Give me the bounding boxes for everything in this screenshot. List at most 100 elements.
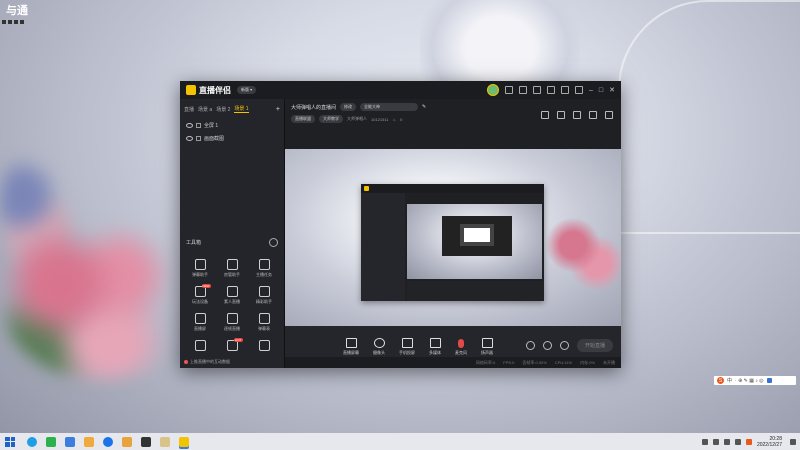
room-tag[interactable]: 直播联盟 (291, 115, 315, 123)
sogou-icon[interactable]: S (717, 377, 724, 384)
start-live-button[interactable]: 开始直播 (576, 339, 613, 352)
menu-icon[interactable] (574, 86, 583, 94)
lock-icon[interactable] (573, 111, 581, 119)
volume-icon[interactable] (734, 438, 741, 445)
avatar[interactable] (486, 84, 499, 96)
app-icon[interactable] (84, 436, 94, 447)
ime-tools[interactable]: · ⊕ ✎ ▦ ♪ ◎ (735, 378, 764, 384)
version-pill[interactable]: 新版 ▾ (237, 86, 257, 94)
main-panel: 大师弹唱人的直播间 修改 全能大神 ✎ 直播联盟 大师教学 大师弹唱人 1012… (285, 99, 621, 368)
more-icon[interactable] (269, 238, 278, 247)
wechat-icon[interactable] (46, 436, 56, 447)
table-icon (258, 313, 270, 324)
gear-icon[interactable] (559, 341, 569, 350)
phone-cast-button[interactable]: 手机投屏 (399, 338, 415, 356)
clock[interactable]: 20:28 2022/12/27 (757, 436, 782, 448)
tab-scene-2[interactable]: 场景 2 (216, 106, 230, 113)
mic-tray-icon[interactable] (712, 438, 719, 445)
app-icon[interactable] (65, 436, 75, 447)
tool-item[interactable]: 房管助手 (216, 259, 248, 278)
settings-icon[interactable] (560, 86, 569, 94)
gift-icon[interactable] (541, 111, 549, 119)
video-icon: HOT (226, 338, 243, 351)
title-bar: 直播伴侣 新版 ▾ – □ ✕ (180, 81, 621, 99)
lock-icon[interactable] (196, 123, 201, 128)
tab-scene-0[interactable]: 直播 (184, 106, 194, 113)
windows-start-icon[interactable] (5, 436, 15, 447)
minimize-icon[interactable]: – (589, 87, 593, 94)
chevron-up-icon[interactable] (701, 438, 708, 445)
alert-icon (184, 360, 188, 364)
live-companion-window: 直播伴侣 新版 ▾ – □ ✕ 直播 场景 a 场景 2 场景 1 + 全屏 1… (180, 81, 621, 368)
preview-eye-icon[interactable] (542, 341, 552, 350)
lock-icon[interactable] (196, 136, 201, 141)
app-icon[interactable] (141, 436, 151, 447)
eye-icon[interactable] (186, 136, 193, 141)
room-tag[interactable]: 大师教学 (319, 115, 343, 123)
tool-item[interactable]: 弹幕表 (248, 313, 280, 332)
tool-label: 逐帧直播 (224, 326, 240, 331)
download-icon (258, 340, 270, 351)
network-icon[interactable] (723, 438, 730, 445)
tab-scene-1[interactable]: 场景 1 (234, 105, 249, 113)
nested-controls (407, 281, 544, 301)
message-icon[interactable] (504, 86, 513, 94)
shirt-icon[interactable] (546, 86, 555, 94)
stream-preview[interactable] (285, 149, 621, 326)
tool-label: 直播屏 (194, 326, 206, 331)
notice-bar[interactable]: 上推直播中的互动数据 (184, 359, 230, 365)
app-icon[interactable] (160, 436, 170, 447)
source-item[interactable]: 画面截图 (180, 132, 284, 145)
tool-label: 房管助手 (224, 272, 240, 277)
keyboard-icon[interactable] (766, 378, 772, 383)
highlight-icon (258, 286, 270, 297)
gem-icon[interactable] (532, 86, 541, 94)
tool-item[interactable] (248, 340, 280, 351)
tool-item[interactable]: 弹幕助手 (184, 259, 216, 278)
tool-item[interactable]: 逐帧直播 (216, 313, 248, 332)
mic-button[interactable]: 麦克风 (455, 338, 467, 356)
ime-toolbar[interactable]: S 中 · ⊕ ✎ ▦ ♪ ◎ (714, 376, 796, 385)
edge-icon[interactable] (103, 436, 113, 447)
tool-item[interactable]: 精彩助手 (248, 286, 280, 305)
speaker-button[interactable]: 扬声器 (481, 338, 493, 356)
tool-item[interactable]: 主播任务 (248, 259, 280, 278)
cortana-icon[interactable] (27, 436, 37, 447)
app-icon[interactable] (122, 436, 132, 447)
add-scene-icon[interactable]: + (276, 106, 280, 113)
tool-item[interactable]: HOT (216, 338, 248, 351)
desktop-app-icon[interactable]: 与通 (2, 2, 32, 26)
user-icon (226, 259, 238, 270)
tab-scene-a[interactable]: 场景 a (198, 106, 212, 113)
notification-icon[interactable] (790, 438, 796, 445)
maximize-icon[interactable]: □ (599, 87, 603, 94)
share-icon[interactable] (605, 111, 613, 119)
record-icon[interactable] (525, 341, 535, 350)
shop-icon[interactable] (557, 111, 565, 119)
live-companion-taskbar-icon[interactable] (179, 436, 189, 447)
eye-icon[interactable] (186, 123, 193, 128)
tool-item[interactable]: 素人直播 (216, 286, 248, 305)
source-item[interactable]: 全屏 1 (180, 119, 284, 132)
ime-mode[interactable]: 中 (727, 377, 732, 384)
bell-icon[interactable] (589, 111, 597, 119)
screen-share-button[interactable]: 直播屏幕 (343, 338, 359, 356)
fire-icon: ♨ (392, 116, 397, 122)
room-title: 大师弹唱人的直播间 (291, 104, 337, 111)
pencil-icon[interactable]: ✎ (422, 104, 426, 110)
tool-item[interactable] (184, 340, 216, 351)
edit-title-button[interactable]: 修改 (340, 103, 357, 111)
nested-preview-window (361, 184, 544, 301)
topic-selector[interactable]: 全能大神 (360, 103, 419, 111)
media-icon (429, 338, 441, 348)
gamepad-icon: NEW (194, 284, 211, 297)
tool-item[interactable]: 直播屏 (184, 313, 216, 332)
close-icon[interactable]: ✕ (609, 86, 615, 94)
camera-button[interactable]: 摄像头 (373, 338, 385, 356)
tool-item[interactable]: NEW 玩法设备 (184, 284, 216, 305)
logo-mark-icon (186, 85, 196, 95)
toolbox-grid: 弹幕助手 房管助手 主播任务 NEW 玩法设备 素人直播 精彩助手 直播屏 逐帧直… (184, 259, 280, 351)
media-button[interactable]: 多媒体 (429, 338, 441, 356)
gift-icon[interactable] (518, 86, 527, 94)
ime-tray-icon[interactable] (745, 438, 752, 445)
